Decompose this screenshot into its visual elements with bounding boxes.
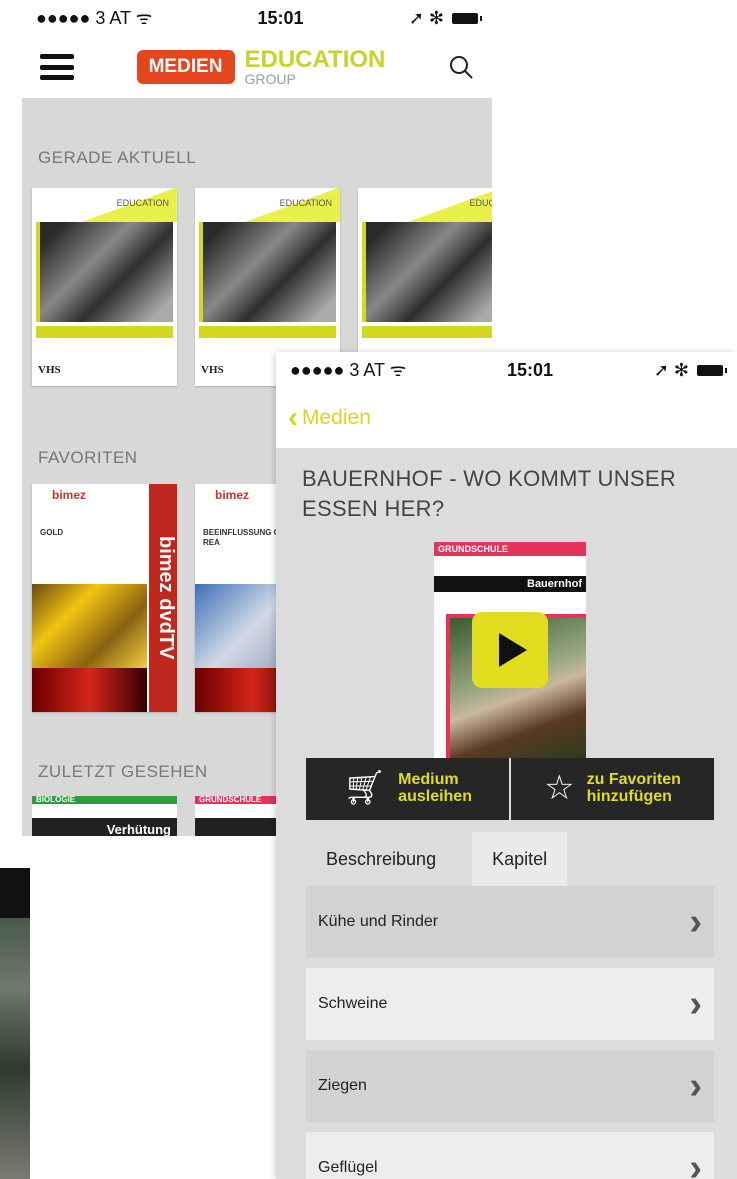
chapter-item[interactable]: Schweine ›	[306, 968, 714, 1040]
menu-icon[interactable]	[40, 54, 74, 80]
section-current-heading: GERADE AKTUELL	[38, 148, 197, 167]
vhs-cassette-image	[362, 222, 492, 322]
media-card[interactable]: bimez GOLD bimez dvdTV	[32, 484, 177, 712]
borrow-medium-button[interactable]: 🛒︎ Medium ausleihen	[306, 758, 509, 820]
battery-icon	[452, 12, 482, 24]
location-bluetooth-icon: ➚ ✻	[408, 7, 444, 28]
battery-icon	[697, 364, 727, 376]
page-title: BAUERNHOF - WO KOMMT UNSER ESSEN HER?	[302, 466, 677, 521]
back-label: Medien	[302, 406, 371, 429]
chapter-item[interactable]: Ziegen ›	[306, 1050, 714, 1122]
play-button[interactable]	[472, 612, 548, 688]
card-brand: EDUCATION	[279, 198, 332, 208]
chapter-item[interactable]: Geflügel ›	[306, 1132, 714, 1179]
chapter-label: Schweine	[318, 995, 388, 1012]
cover-title: Bauernhof	[434, 576, 586, 592]
top-bar: MEDIEN EDUCATION GROUP	[22, 36, 492, 98]
nav-bar: ‹ Medien	[276, 388, 737, 448]
action-label: hinzufügen	[586, 788, 672, 805]
chapter-label: Ziegen	[318, 1077, 367, 1094]
card-brand: bimez	[215, 488, 250, 502]
vhs-label: VHS	[201, 364, 224, 376]
status-bar: ●●●●● 3 AT ᯤ 15:01 ➚ ✻	[276, 352, 737, 388]
tab-beschreibung[interactable]: Beschreibung	[306, 832, 457, 886]
cart-icon: 🛒︎	[343, 769, 387, 808]
action-label: ausleihen	[398, 788, 472, 805]
carrier-signal: ●●●●● 3 AT ᯤ	[36, 8, 153, 28]
location-bluetooth-icon: ➚ ✻	[653, 359, 689, 380]
card-brand: bimez	[52, 488, 87, 502]
status-time: 15:01	[506, 359, 554, 380]
card-side-label: bimez dvdTV	[149, 484, 177, 712]
chevron-right-icon: ›	[689, 983, 702, 1025]
action-bar: 🛒︎ Medium ausleihen ☆ zu Favoriten hinzu…	[306, 758, 714, 820]
card-category: BIOLOGIE	[32, 796, 177, 804]
card-brand: EDUC	[469, 198, 492, 208]
carrier-signal: ●●●●● 3 AT ᯤ	[290, 360, 407, 380]
chevron-right-icon: ›	[689, 1065, 702, 1107]
card-title: Verhütung	[32, 818, 177, 836]
card-subtitle: GOLD	[40, 528, 64, 537]
vhs-label: VHS	[38, 364, 61, 376]
action-label: zu Favoriten	[586, 771, 681, 789]
logo-group: GROUP	[244, 71, 296, 87]
logo-education: EDUCATION	[244, 46, 386, 73]
add-favorite-button[interactable]: ☆ zu Favoriten hinzufügen	[509, 758, 714, 820]
chapter-label: Kühe und Rinder	[318, 913, 439, 930]
tab-bar: Beschreibung Kapitel	[306, 832, 568, 886]
chevron-right-icon: ›	[689, 1147, 702, 1179]
status-right: ➚ ✻	[653, 359, 727, 381]
status-right: ➚ ✻	[408, 7, 482, 29]
forest-photo	[0, 868, 30, 1179]
chapter-item[interactable]: Kühe und Rinder ›	[306, 886, 714, 958]
chapter-label: Geflügel	[318, 1159, 378, 1176]
media-card[interactable]: BIOLOGIE Verhütung	[32, 796, 177, 836]
back-button[interactable]: ‹ Medien	[288, 403, 371, 433]
status-time: 15:01	[257, 7, 304, 28]
medien-education-logo: MEDIEN EDUCATION GROUP	[136, 46, 386, 87]
search-icon[interactable]	[448, 54, 474, 80]
status-bar: ●●●●● 3 AT ᯤ 15:01 ➚ ✻	[22, 0, 492, 36]
chapter-list: Kühe und Rinder › Schweine › Ziegen › Ge…	[306, 886, 714, 1179]
star-icon: ☆	[544, 769, 575, 808]
gold-bars-image	[32, 584, 147, 669]
cover-category: GRUNDSCHULE	[434, 542, 586, 556]
logo-medien: MEDIEN	[136, 50, 235, 84]
tab-kapitel[interactable]: Kapitel	[472, 832, 568, 886]
card-brand: EDUCATION	[116, 198, 169, 208]
media-detail-screen: ●●●●● 3 AT ᯤ 15:01 ➚ ✻ ‹ Medien BAUERNHO…	[276, 352, 737, 1179]
chevron-right-icon: ›	[689, 901, 702, 943]
action-label: Medium	[398, 771, 459, 789]
chevron-left-icon: ‹	[288, 401, 298, 434]
media-card[interactable]: EDUCATION VHS	[32, 188, 177, 386]
vhs-cassette-image	[36, 222, 173, 322]
vhs-cassette-image	[199, 222, 336, 322]
